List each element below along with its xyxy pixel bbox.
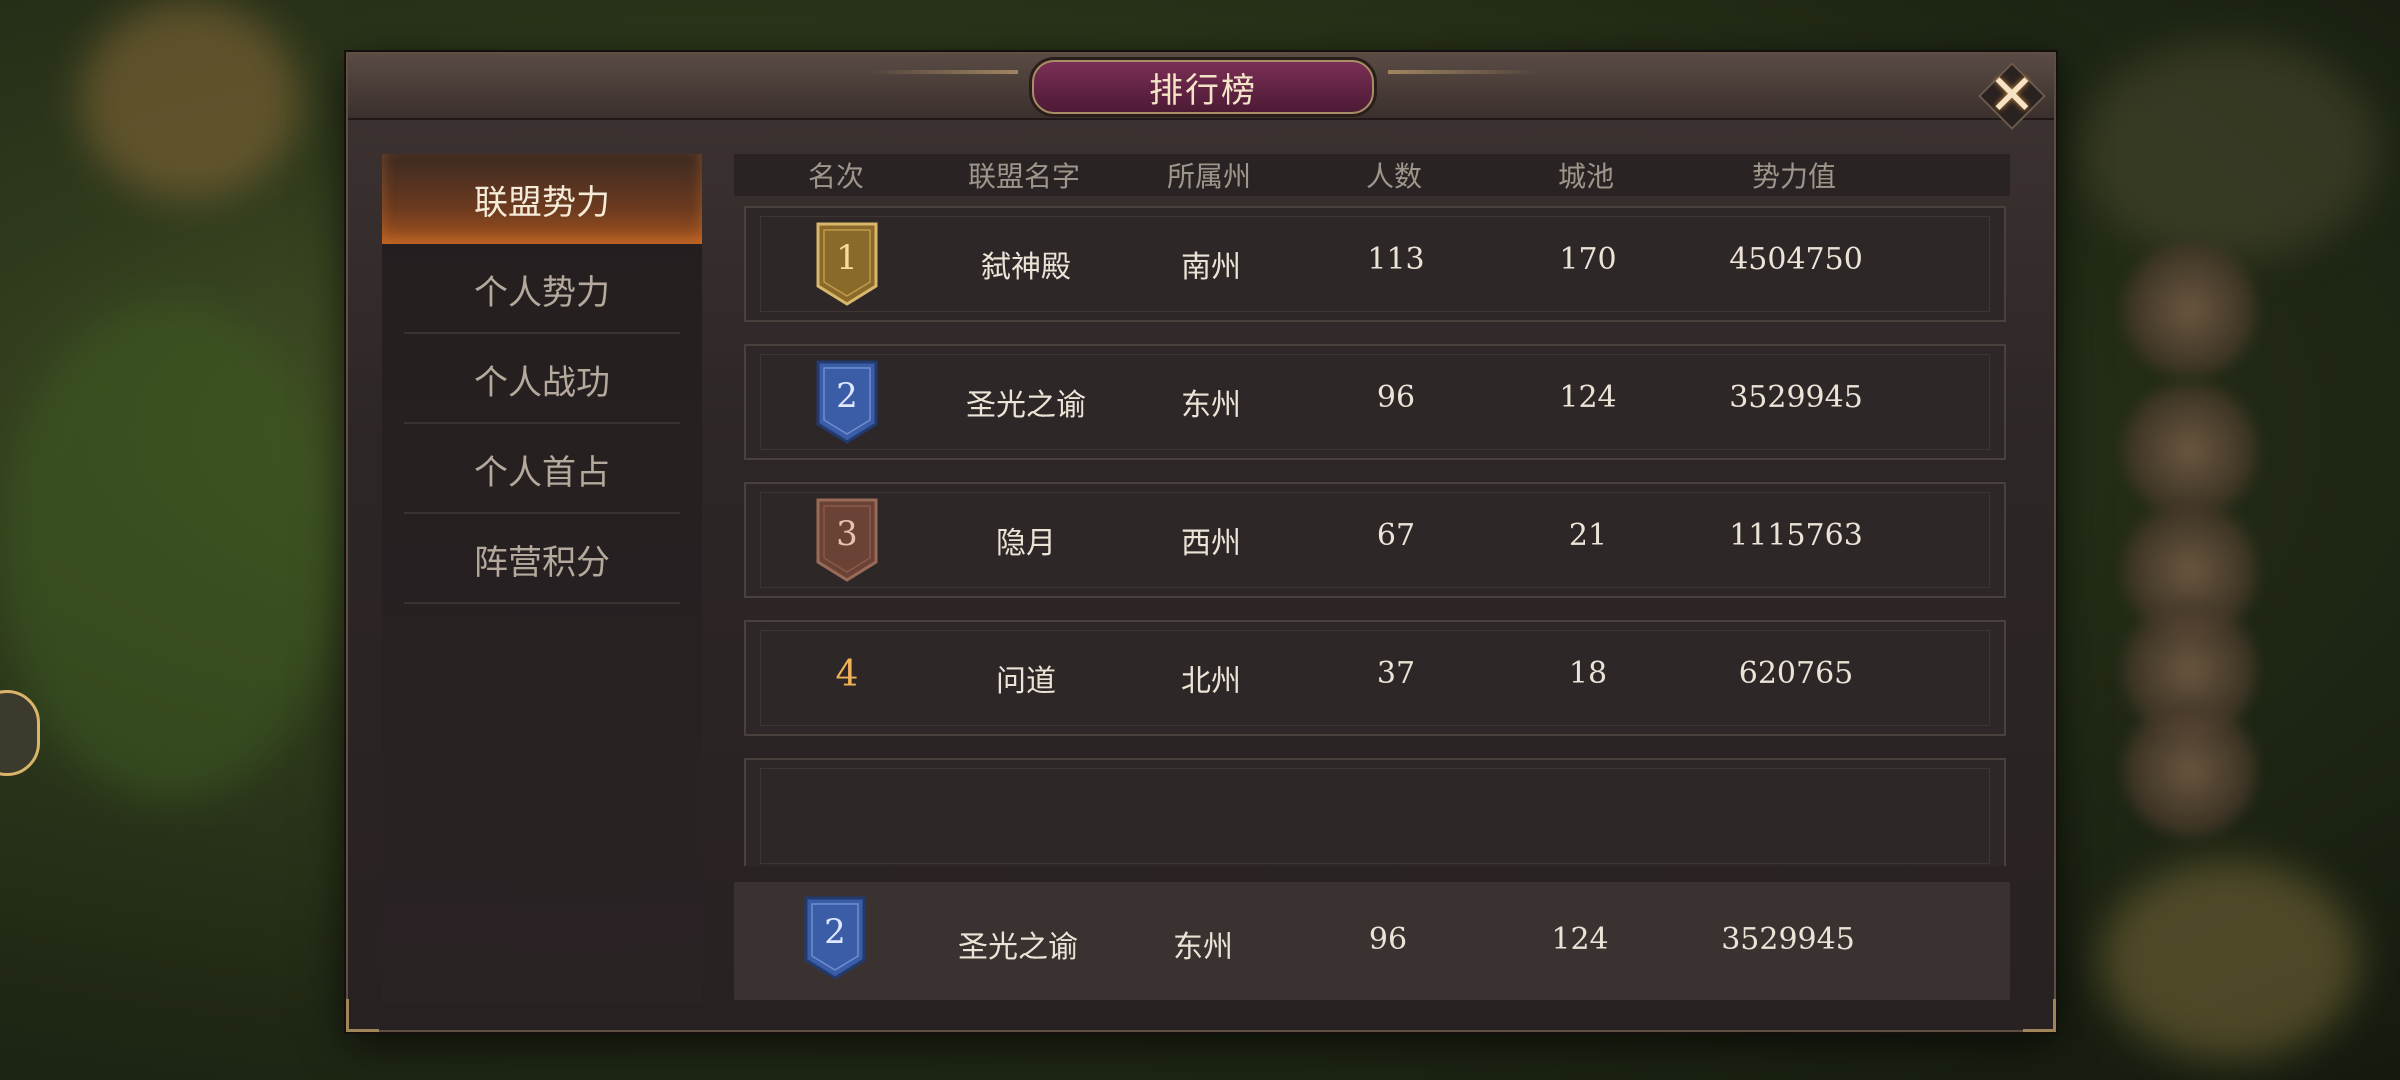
city-count: 124: [1559, 380, 1617, 415]
ranking-list[interactable]: 1 弑神殿 南州 113 170 4504750 2 圣光之谕 东州 96 12…: [734, 206, 2010, 866]
header-members: 人数: [1365, 160, 1422, 193]
alliance-name: 圣光之谕: [966, 388, 1086, 423]
close-button[interactable]: ✕: [1976, 60, 2048, 132]
state-name: 东州: [1173, 930, 1233, 965]
power-value: 1115763: [1729, 518, 1863, 553]
rank-number: 2: [824, 912, 846, 952]
member-count: 96: [1376, 380, 1416, 415]
table-header: 名次 联盟名字 所属州 人数 城池 势力值: [734, 154, 2010, 196]
tab-label: 个人首占: [474, 452, 610, 493]
rank-number: 3: [836, 514, 858, 554]
rank-number: 4: [835, 654, 859, 695]
table-row[interactable]: 2 圣光之谕 东州 96 124 3529945: [744, 344, 2006, 460]
title-plate: 排行榜: [1032, 60, 1374, 114]
header-alliance-name: 联盟名字: [967, 160, 1080, 193]
title-bar: 排行榜 ✕: [348, 54, 2054, 130]
state-name: 南州: [1181, 250, 1241, 285]
tab-personal-merit[interactable]: 个人战功: [382, 334, 702, 424]
tab-faction-points[interactable]: 阵营积分: [382, 514, 702, 604]
rank-number: 1: [836, 238, 858, 278]
row-frame: [760, 768, 1990, 864]
corner-ornament: [2023, 999, 2056, 1032]
state-name: 东州: [1181, 388, 1241, 423]
power-value: 620765: [1738, 656, 1854, 691]
table-row[interactable]: 4 问道 北州 37 18 620765: [744, 620, 2006, 736]
member-count: 67: [1376, 518, 1416, 553]
table-row[interactable]: 3 隐月 西州 67 21 1115763: [744, 482, 2006, 598]
title-ornament-right: [1388, 70, 1538, 74]
tab-label: 个人战功: [474, 362, 610, 403]
alliance-name: 问道: [996, 664, 1056, 699]
rank-ribbon-icon: 1: [814, 222, 880, 306]
rank-ribbon-icon: 3: [814, 498, 880, 582]
header-rank: 名次: [807, 160, 864, 193]
rank-ribbon-icon: 2: [814, 360, 880, 444]
power-value: 3529945: [1721, 922, 1855, 957]
table-row[interactable]: 1 弑神殿 南州 113 170 4504750: [744, 206, 2006, 322]
map-token-icon[interactable]: [0, 690, 40, 776]
page-title: 排行榜: [1149, 70, 1257, 111]
tab-personal-power[interactable]: 个人势力: [382, 244, 702, 334]
city-count: 21: [1568, 518, 1608, 553]
member-count: 37: [1376, 656, 1416, 691]
close-icon: ✕: [1988, 63, 2036, 128]
tab-alliance-power[interactable]: 联盟势力: [382, 154, 702, 244]
tab-personal-first-capture[interactable]: 个人首占: [382, 424, 702, 514]
power-value: 3529945: [1729, 380, 1863, 415]
my-alliance-row[interactable]: 2 圣光之谕 东州 96 124 3529945: [734, 882, 2010, 1000]
rank-ribbon-icon: 2: [802, 896, 868, 980]
tab-label: 联盟势力: [474, 182, 610, 223]
divider: [404, 602, 680, 604]
tab-label: 个人势力: [474, 272, 610, 313]
leaderboard-panel: 排行榜 ✕ 联盟势力 个人势力 个人战功 个人首占 阵营积分 名次 联盟名字 所…: [346, 52, 2056, 1032]
power-value: 4504750: [1729, 242, 1863, 277]
table-row[interactable]: [744, 758, 2006, 866]
alliance-name: 圣光之谕: [958, 930, 1078, 965]
rank-number: 2: [836, 376, 858, 416]
header-state: 所属州: [1166, 160, 1251, 193]
alliance-name: 隐月: [996, 526, 1056, 561]
tab-label: 阵营积分: [474, 542, 610, 583]
state-name: 西州: [1181, 526, 1241, 561]
city-count: 124: [1551, 922, 1609, 957]
header-cities: 城池: [1557, 160, 1614, 193]
corner-ornament: [346, 999, 379, 1032]
member-count: 113: [1367, 242, 1425, 277]
alliance-name: 弑神殿: [981, 250, 1071, 285]
city-count: 18: [1568, 656, 1608, 691]
state-name: 北州: [1181, 664, 1241, 699]
header-power: 势力值: [1751, 160, 1836, 193]
member-count: 96: [1368, 922, 1408, 957]
category-sidebar: 联盟势力 个人势力 个人战功 个人首占 阵营积分: [382, 154, 702, 1004]
ranking-table: 名次 联盟名字 所属州 人数 城池 势力值 1 弑神殿 南州 113 170 4…: [734, 154, 2024, 1004]
city-count: 170: [1559, 242, 1617, 277]
title-ornament-left: [868, 70, 1018, 74]
